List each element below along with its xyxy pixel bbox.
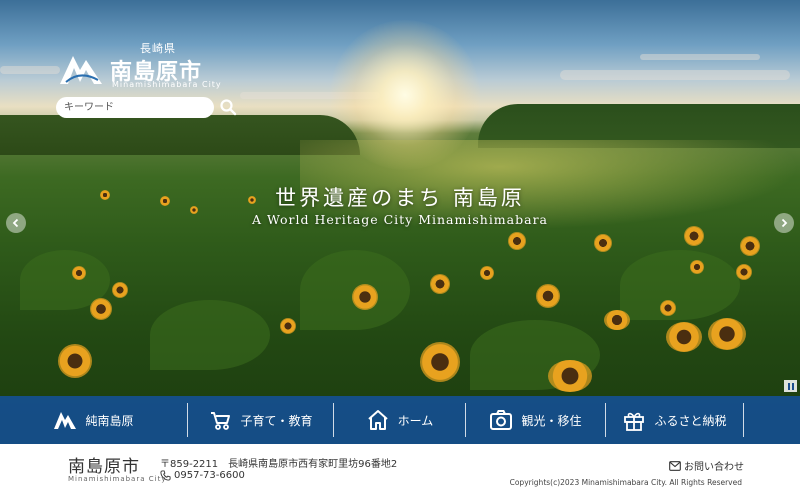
sunflower (536, 284, 560, 308)
footer-phone: 0957-73-6600 (160, 470, 245, 481)
logo-roman-name: Minamishimabara City (112, 80, 222, 89)
sunflower (548, 360, 592, 392)
nav-item-junminamishimabara[interactable]: 純南島原 (0, 396, 187, 444)
nav-divider (743, 403, 744, 437)
sunflower (58, 344, 92, 378)
city-logo-icon (54, 412, 77, 429)
hero-title: 世界遺産のまち 南島原 (275, 186, 525, 210)
sunflower (352, 284, 378, 310)
main-navigation: 純南島原 子育て・教育 ホーム 観光・移住 ふるさと納税 (0, 396, 800, 444)
stroller-icon (211, 412, 231, 430)
sunflower (280, 318, 296, 334)
sunflower (90, 298, 112, 320)
sunflower (736, 264, 752, 280)
slider-prev-button[interactable] (6, 213, 26, 233)
phone-icon (160, 470, 171, 481)
leaf (620, 250, 740, 320)
sunflower (594, 234, 612, 252)
nav-item-home[interactable]: ホーム (334, 396, 465, 444)
sunflower (660, 300, 676, 316)
sunflower (740, 236, 760, 256)
nav-item-label: 子育て・教育 (240, 413, 313, 428)
sunflower (666, 322, 702, 352)
city-logo-icon (60, 56, 102, 84)
gift-icon (624, 412, 645, 431)
sunflower (684, 226, 704, 246)
camera-icon (490, 410, 513, 430)
sunflower (690, 260, 704, 274)
hero-subtitle: A World Heritage City Minamishimabara (251, 212, 548, 227)
leaf (150, 300, 270, 370)
footer-roman-name: Minamishimabara City (68, 475, 167, 483)
nav-item-childcare[interactable]: 子育て・教育 (188, 396, 333, 444)
nav-item-tourism[interactable]: 観光・移住 (466, 396, 605, 444)
nav-item-label: ふるさと納税 (654, 413, 727, 428)
sunflower (430, 274, 450, 294)
site-footer: 南島原市 Minamishimabara City 〒859-2211 長崎県南… (0, 444, 800, 500)
slider-next-button[interactable] (774, 213, 794, 233)
copyright-text: Copyrights(c)2023 Minamishimabara City. … (509, 478, 742, 487)
nav-item-furusato-tax[interactable]: ふるさと納税 (606, 396, 743, 444)
sunflower (420, 342, 460, 382)
contact-link-label: お問い合わせ (684, 462, 744, 473)
nav-item-label: 観光・移住 (521, 413, 582, 428)
chevron-left-icon (12, 218, 19, 228)
nav-item-label: ホーム (397, 413, 434, 428)
cloud (640, 54, 760, 60)
footer-city-name: 南島原市 (68, 457, 140, 477)
contact-link[interactable]: お問い合わせ (669, 458, 744, 473)
sunflower (480, 266, 494, 280)
footer-address: 〒859-2211 長崎県南島原市西有家町里坊96番地2 (160, 459, 398, 470)
cloud (0, 66, 60, 74)
sunflower (604, 310, 630, 330)
mail-icon (669, 460, 681, 471)
slider-pause-button[interactable] (784, 380, 797, 392)
search-icon[interactable] (219, 98, 237, 116)
home-icon (368, 410, 388, 430)
chevron-right-icon (781, 218, 788, 228)
pause-icon (791, 382, 794, 390)
sunflower (72, 266, 86, 280)
sunflower (508, 232, 526, 250)
pause-icon (787, 382, 790, 390)
cloud (560, 70, 790, 80)
sunflower (112, 282, 128, 298)
footer-phone-number: 0957-73-6600 (174, 470, 245, 481)
sunflower (708, 318, 746, 350)
nav-item-label: 純南島原 (85, 413, 134, 428)
search-input[interactable] (56, 97, 214, 118)
